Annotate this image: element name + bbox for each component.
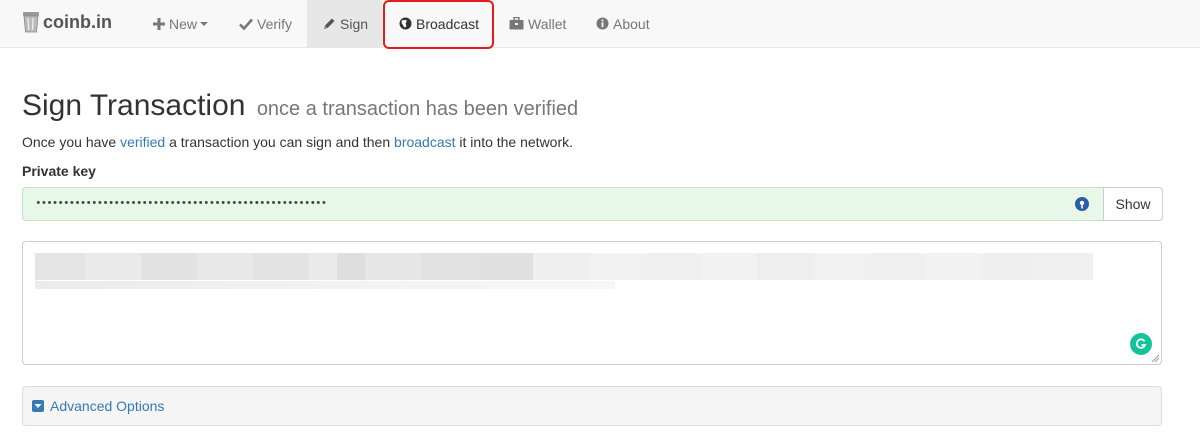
nav-verify[interactable]: Verify (224, 0, 307, 47)
intro-text: Once you have verified a transaction you… (22, 133, 573, 151)
redacted-content-line-2 (35, 281, 615, 289)
broadcast-link[interactable]: broadcast (394, 134, 455, 150)
transaction-textarea[interactable] (22, 241, 1162, 365)
info-icon (596, 17, 609, 30)
grammarly-icon[interactable] (1130, 333, 1152, 355)
password-manager-icon[interactable] (1075, 197, 1089, 211)
show-key-button[interactable]: Show (1103, 187, 1163, 221)
page-title-text: Sign Transaction (22, 89, 246, 122)
private-key-group: ••••••••••••••••••••••••••••••••••••••••… (22, 187, 1163, 221)
pencil-icon (322, 17, 336, 31)
plus-icon (153, 17, 165, 30)
briefcase-icon (509, 17, 524, 30)
brand-logo[interactable]: coinb.in (22, 8, 112, 36)
nav-wallet[interactable]: Wallet (494, 0, 581, 47)
nav-verify-label: Verify (257, 15, 293, 32)
redacted-content (35, 253, 1093, 280)
advanced-options-toggle[interactable]: Advanced Options (32, 398, 164, 414)
intro-part-2: a transaction you can sign and then (165, 134, 395, 150)
nav-sign-label: Sign (340, 15, 369, 32)
verified-link[interactable]: verified (120, 134, 165, 150)
page-subtitle: once a transaction has been verified (256, 98, 579, 120)
private-key-label: Private key (22, 163, 96, 179)
private-key-value: ••••••••••••••••••••••••••••••••••••••••… (35, 198, 327, 210)
nav-about[interactable]: About (581, 0, 665, 47)
collapse-down-icon (32, 400, 44, 412)
nav-new-label: New (169, 15, 198, 32)
advanced-options-panel: Advanced Options (22, 386, 1162, 426)
globe-icon (399, 17, 412, 30)
nav-broadcast[interactable]: Broadcast (384, 0, 494, 47)
private-key-input[interactable]: ••••••••••••••••••••••••••••••••••••••••… (22, 187, 1103, 221)
nav-wallet-label: Wallet (528, 15, 567, 32)
page-title: Sign Transaction once a transaction has … (22, 88, 578, 127)
intro-part-3: it into the network. (455, 134, 574, 150)
intro-part-1: Once you have (22, 134, 121, 150)
brand-text: coinb.in (43, 11, 112, 32)
resize-handle-icon[interactable] (1151, 354, 1159, 362)
cup-icon (23, 12, 39, 33)
nav-new[interactable]: New (138, 0, 223, 47)
chevron-down-icon (200, 21, 209, 26)
nav-sign[interactable]: Sign (307, 0, 382, 47)
nav-broadcast-label: Broadcast (416, 15, 480, 32)
navbar: coinb.in New Verify Sign Broadcast Walle… (0, 0, 1200, 49)
nav-about-label: About (613, 15, 650, 32)
check-icon (239, 18, 253, 30)
advanced-options-label: Advanced Options (50, 398, 165, 414)
